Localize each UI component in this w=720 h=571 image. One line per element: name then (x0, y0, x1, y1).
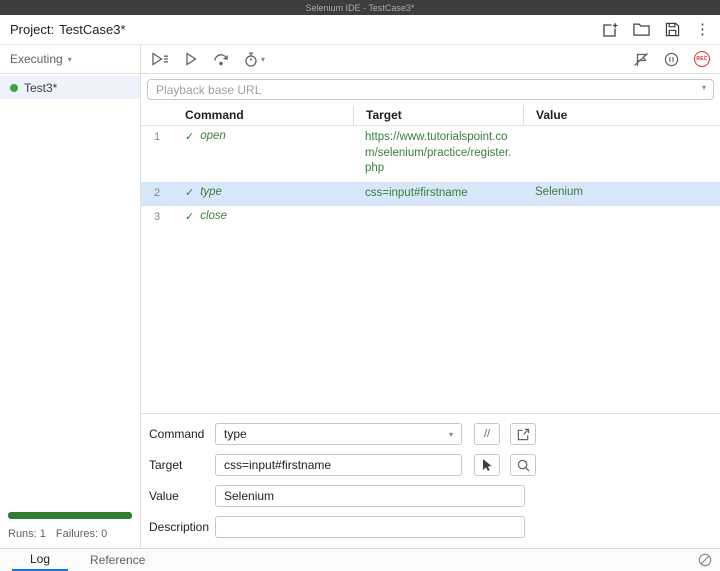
run-all-tests-button[interactable] (151, 52, 169, 66)
chevron-down-icon: ▾ (68, 55, 72, 64)
step-over-button[interactable] (213, 52, 229, 66)
command-cell: open (200, 130, 226, 143)
table-row[interactable]: 3 ✓ close (141, 206, 720, 228)
description-input[interactable] (215, 516, 525, 538)
column-header-command: Command (173, 105, 353, 125)
target-cell: https://www.tutorialspoint.com/selenium/… (353, 130, 523, 177)
run-progress-bar (8, 512, 132, 519)
file-plus-icon (602, 22, 618, 38)
test-status-dot-icon (10, 84, 18, 92)
circle-slash-icon (698, 553, 712, 567)
regex-button[interactable]: // (474, 423, 500, 445)
chevron-down-icon: ▾ (449, 430, 453, 439)
command-cell: close (200, 210, 227, 223)
check-icon: ✓ (185, 210, 194, 223)
value-input[interactable] (215, 485, 525, 507)
target-input[interactable] (215, 454, 462, 476)
folder-icon (633, 22, 650, 37)
chevron-down-icon: ▾ (702, 83, 706, 92)
open-in-new-icon (517, 428, 530, 441)
project-label: Project: (10, 22, 54, 37)
command-select[interactable]: type ▾ (215, 423, 462, 445)
chevron-down-icon: ▾ (261, 55, 265, 64)
commands-table-header: Command Target Value (141, 105, 720, 126)
value-cell: Selenium (523, 186, 720, 198)
search-icon (517, 459, 530, 472)
test-state-label: Executing (10, 52, 63, 66)
overflow-menu-button[interactable]: ⋮ (695, 22, 710, 37)
target-field-label: Target (149, 458, 211, 472)
kebab-menu-icon: ⋮ (695, 22, 710, 37)
runs-count: Runs: 1 (8, 528, 46, 540)
sidebar-item-test3[interactable]: Test3* (0, 76, 140, 99)
titlebar: Selenium IDE - TestCase3* (0, 0, 720, 15)
test-speed-button[interactable]: ▾ (244, 52, 265, 67)
save-icon (665, 22, 680, 37)
project-header: Project: TestCase3* ⋮ (0, 15, 720, 45)
test-state-dropdown[interactable]: Executing ▾ (0, 45, 141, 73)
run-summary: Runs: 1 Failures: 0 (0, 506, 140, 548)
new-project-button[interactable] (602, 22, 618, 38)
disable-breakpoints-button[interactable] (633, 52, 649, 67)
stopwatch-icon (244, 52, 258, 67)
pause-on-exceptions-button[interactable] (664, 52, 679, 67)
cursor-pointer-icon (481, 458, 493, 472)
flag-slash-icon (633, 52, 649, 67)
value-field-label: Value (149, 489, 211, 503)
column-header-target: Target (353, 105, 523, 125)
tests-sidebar: Test3* Runs: 1 Failures: 0 (0, 74, 141, 548)
description-field-label: Description (149, 520, 211, 534)
window-title: Selenium IDE - TestCase3* (306, 3, 415, 13)
select-target-button[interactable] (474, 454, 500, 476)
pause-circle-icon (664, 52, 679, 67)
row-number: 3 (141, 210, 173, 223)
column-header-value: Value (523, 105, 720, 125)
selenium-ide-window: Selenium IDE - TestCase3* Project: TestC… (0, 0, 720, 571)
table-row[interactable]: 1 ✓ open https://www.tutorialspoint.com/… (141, 126, 720, 182)
target-cell: css=input#firstname (353, 186, 523, 202)
failures-count: Failures: 0 (56, 528, 107, 540)
tab-reference[interactable]: Reference (86, 549, 149, 571)
table-row[interactable]: 2 ✓ type css=input#firstname Selenium (141, 182, 720, 207)
clear-log-button[interactable] (698, 553, 712, 567)
playback-base-url-input[interactable] (147, 79, 714, 100)
save-project-button[interactable] (665, 22, 680, 37)
open-project-button[interactable] (633, 22, 650, 37)
test-editor: ▾ Command Target Value 1 ✓ open https://… (141, 74, 720, 548)
open-reference-button[interactable] (510, 423, 536, 445)
toolbar: Executing ▾ ▾ RE (0, 45, 720, 74)
play-all-icon (151, 52, 169, 66)
command-cell: type (200, 186, 222, 199)
run-current-test-button[interactable] (184, 52, 198, 66)
step-over-icon (213, 52, 229, 66)
row-number: 2 (141, 186, 173, 199)
check-icon: ✓ (185, 130, 194, 143)
command-field-label: Command (149, 427, 211, 441)
find-target-button[interactable] (510, 454, 536, 476)
tab-log[interactable]: Log (12, 549, 68, 571)
test-name: Test3* (24, 81, 57, 95)
command-detail-form: Command type ▾ // Target (141, 413, 720, 548)
play-icon (184, 52, 198, 66)
rec-icon: REC (696, 56, 707, 62)
project-name: TestCase3* (59, 22, 125, 37)
record-button[interactable]: REC (694, 51, 710, 67)
check-icon: ✓ (185, 186, 194, 199)
bottom-panel-tabs: Log Reference (0, 548, 720, 571)
row-number: 1 (141, 130, 173, 143)
